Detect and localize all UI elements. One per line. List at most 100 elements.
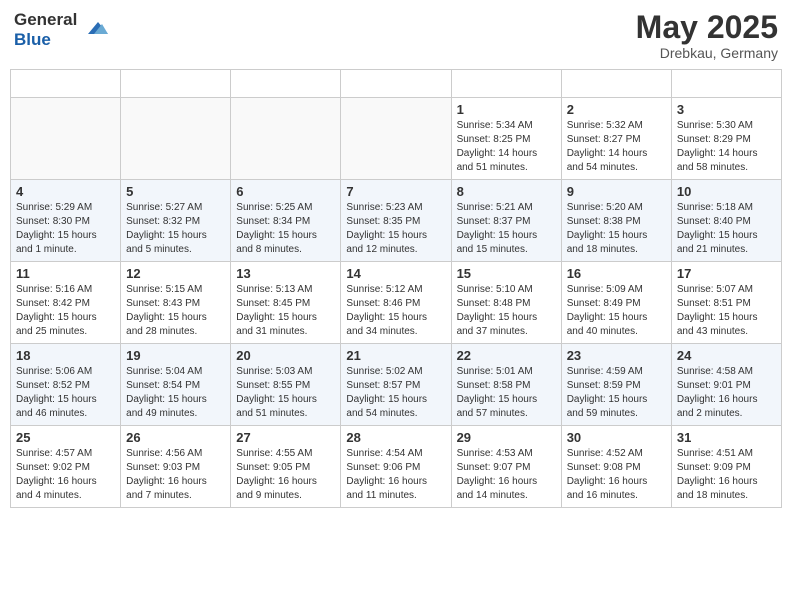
header-sunday: Sunday — [11, 70, 121, 98]
day-number: 21 — [346, 348, 445, 363]
day-info: Sunrise: 4:55 AM Sunset: 9:05 PM Dayligh… — [236, 447, 335, 503]
day-info: Sunrise: 5:03 AM Sunset: 8:55 PM Dayligh… — [236, 365, 335, 421]
calendar-cell: 25Sunrise: 4:57 AM Sunset: 9:02 PM Dayli… — [11, 426, 121, 508]
day-number: 28 — [346, 430, 445, 445]
day-info: Sunrise: 5:13 AM Sunset: 8:45 PM Dayligh… — [236, 283, 335, 339]
day-info: Sunrise: 4:58 AM Sunset: 9:01 PM Dayligh… — [677, 365, 776, 421]
logo-icon — [80, 14, 108, 42]
location: Drebkau, Germany — [636, 45, 778, 61]
header-wednesday: Wednesday — [341, 70, 451, 98]
calendar-cell: 22 Sunrise: 5:01 AM Sunset: 8:58 PM Dayli… — [451, 344, 561, 426]
calendar-cell: 24 Sunrise: 4:58 AM Sunset: 9:01 PM Dayli… — [671, 344, 781, 426]
calendar-week-5: 25Sunrise: 4:57 AM Sunset: 9:02 PM Dayli… — [11, 426, 782, 508]
calendar-cell: 8 Sunrise: 5:21 AM Sunset: 8:37 PM Daylig… — [451, 180, 561, 262]
day-info: Sunrise: 4:52 AM Sunset: 9:08 PM Dayligh… — [567, 447, 666, 503]
day-number: 18 — [16, 348, 115, 363]
day-info: Sunrise: 4:53 AM Sunset: 9:07 PM Dayligh… — [457, 447, 556, 503]
day-number: 9 — [567, 184, 666, 199]
logo: General Blue — [14, 10, 108, 51]
day-number: 7 — [346, 184, 445, 199]
day-number: 23 — [567, 348, 666, 363]
calendar-cell: 16 Sunrise: 5:09 AM Sunset: 8:49 PM Dayli… — [561, 262, 671, 344]
day-number: 24 — [677, 348, 776, 363]
calendar-cell: 6Sunrise: 5:25 AM Sunset: 8:34 PM Daylig… — [231, 180, 341, 262]
calendar-cell: 4 Sunrise: 5:29 AM Sunset: 8:30 PM Daylig… — [11, 180, 121, 262]
day-info: Sunrise: 4:54 AM Sunset: 9:06 PM Dayligh… — [346, 447, 445, 503]
day-number: 25 — [16, 430, 115, 445]
day-info: Sunrise: 5:21 AM Sunset: 8:37 PM Dayligh… — [457, 201, 556, 257]
day-number: 14 — [346, 266, 445, 281]
calendar-cell — [11, 98, 121, 180]
calendar-cell: 29 Sunrise: 4:53 AM Sunset: 9:07 PM Dayli… — [451, 426, 561, 508]
day-info: Sunrise: 4:56 AM Sunset: 9:03 PM Dayligh… — [126, 447, 225, 503]
calendar-cell: 15 Sunrise: 5:10 AM Sunset: 8:48 PM Dayli… — [451, 262, 561, 344]
month-year: May 2025 — [636, 10, 778, 45]
day-number: 31 — [677, 430, 776, 445]
calendar-cell — [121, 98, 231, 180]
day-number: 27 — [236, 430, 335, 445]
day-info: Sunrise: 5:34 AM Sunset: 8:25 PM Dayligh… — [457, 119, 556, 175]
day-number: 6 — [236, 184, 335, 199]
page-header: General Blue May 2025 Drebkau, Germany — [10, 10, 782, 61]
calendar-cell: 12 Sunrise: 5:15 AM Sunset: 8:43 PM Dayli… — [121, 262, 231, 344]
calendar-cell: 31 Sunrise: 4:51 AM Sunset: 9:09 PM Dayli… — [671, 426, 781, 508]
calendar-cell: 7 Sunrise: 5:23 AM Sunset: 8:35 PM Daylig… — [341, 180, 451, 262]
header-friday: Friday — [561, 70, 671, 98]
calendar-week-3: 11Sunrise: 5:16 AM Sunset: 8:42 PM Dayli… — [11, 262, 782, 344]
day-number: 16 — [567, 266, 666, 281]
day-info: Sunrise: 5:02 AM Sunset: 8:57 PM Dayligh… — [346, 365, 445, 421]
calendar-cell: 27 Sunrise: 4:55 AM Sunset: 9:05 PM Dayli… — [231, 426, 341, 508]
day-number: 4 — [16, 184, 115, 199]
day-info: Sunrise: 5:30 AM Sunset: 8:29 PM Dayligh… — [677, 119, 776, 175]
logo-blue: Blue — [14, 30, 77, 50]
day-number: 22 — [457, 348, 556, 363]
header-saturday: Saturday — [671, 70, 781, 98]
day-info: Sunrise: 5:09 AM Sunset: 8:49 PM Dayligh… — [567, 283, 666, 339]
day-info: Sunrise: 5:15 AM Sunset: 8:43 PM Dayligh… — [126, 283, 225, 339]
day-number: 17 — [677, 266, 776, 281]
day-info: Sunrise: 5:12 AM Sunset: 8:46 PM Dayligh… — [346, 283, 445, 339]
calendar-cell: 10 Sunrise: 5:18 AM Sunset: 8:40 PM Dayli… — [671, 180, 781, 262]
day-info: Sunrise: 5:32 AM Sunset: 8:27 PM Dayligh… — [567, 119, 666, 175]
day-info: Sunrise: 5:23 AM Sunset: 8:35 PM Dayligh… — [346, 201, 445, 257]
calendar-cell: 26 Sunrise: 4:56 AM Sunset: 9:03 PM Dayli… — [121, 426, 231, 508]
calendar-week-2: 4 Sunrise: 5:29 AM Sunset: 8:30 PM Daylig… — [11, 180, 782, 262]
calendar-cell: 17 Sunrise: 5:07 AM Sunset: 8:51 PM Dayli… — [671, 262, 781, 344]
header-monday: Monday — [121, 70, 231, 98]
day-info: Sunrise: 5:18 AM Sunset: 8:40 PM Dayligh… — [677, 201, 776, 257]
calendar-cell: 30Sunrise: 4:52 AM Sunset: 9:08 PM Dayli… — [561, 426, 671, 508]
day-number: 8 — [457, 184, 556, 199]
calendar-week-1: 1 Sunrise: 5:34 AM Sunset: 8:25 PM Daylig… — [11, 98, 782, 180]
calendar-cell: 13 Sunrise: 5:13 AM Sunset: 8:45 PM Dayli… — [231, 262, 341, 344]
calendar-cell: 3Sunrise: 5:30 AM Sunset: 8:29 PM Daylig… — [671, 98, 781, 180]
header-tuesday: Tuesday — [231, 70, 341, 98]
calendar-table: SundayMondayTuesdayWednesdayThursdayFrid… — [10, 69, 782, 508]
day-number: 12 — [126, 266, 225, 281]
day-number: 13 — [236, 266, 335, 281]
calendar-cell: 2 Sunrise: 5:32 AM Sunset: 8:27 PM Daylig… — [561, 98, 671, 180]
day-info: Sunrise: 5:04 AM Sunset: 8:54 PM Dayligh… — [126, 365, 225, 421]
day-number: 11 — [16, 266, 115, 281]
calendar-cell: 1 Sunrise: 5:34 AM Sunset: 8:25 PM Daylig… — [451, 98, 561, 180]
day-info: Sunrise: 4:51 AM Sunset: 9:09 PM Dayligh… — [677, 447, 776, 503]
day-number: 20 — [236, 348, 335, 363]
day-info: Sunrise: 5:10 AM Sunset: 8:48 PM Dayligh… — [457, 283, 556, 339]
day-number: 29 — [457, 430, 556, 445]
day-number: 26 — [126, 430, 225, 445]
header-thursday: Thursday — [451, 70, 561, 98]
calendar-cell: 11Sunrise: 5:16 AM Sunset: 8:42 PM Dayli… — [11, 262, 121, 344]
day-number: 15 — [457, 266, 556, 281]
day-info: Sunrise: 5:01 AM Sunset: 8:58 PM Dayligh… — [457, 365, 556, 421]
day-info: Sunrise: 5:29 AM Sunset: 8:30 PM Dayligh… — [16, 201, 115, 257]
calendar-header-row: SundayMondayTuesdayWednesdayThursdayFrid… — [11, 70, 782, 98]
calendar-cell: 5Sunrise: 5:27 AM Sunset: 8:32 PM Daylig… — [121, 180, 231, 262]
day-number: 1 — [457, 102, 556, 117]
day-info: Sunrise: 5:07 AM Sunset: 8:51 PM Dayligh… — [677, 283, 776, 339]
calendar-cell — [341, 98, 451, 180]
day-info: Sunrise: 4:59 AM Sunset: 8:59 PM Dayligh… — [567, 365, 666, 421]
day-number: 2 — [567, 102, 666, 117]
calendar-cell: 18Sunrise: 5:06 AM Sunset: 8:52 PM Dayli… — [11, 344, 121, 426]
calendar-cell: 23 Sunrise: 4:59 AM Sunset: 8:59 PM Dayli… — [561, 344, 671, 426]
day-number: 10 — [677, 184, 776, 199]
calendar-week-4: 18Sunrise: 5:06 AM Sunset: 8:52 PM Dayli… — [11, 344, 782, 426]
